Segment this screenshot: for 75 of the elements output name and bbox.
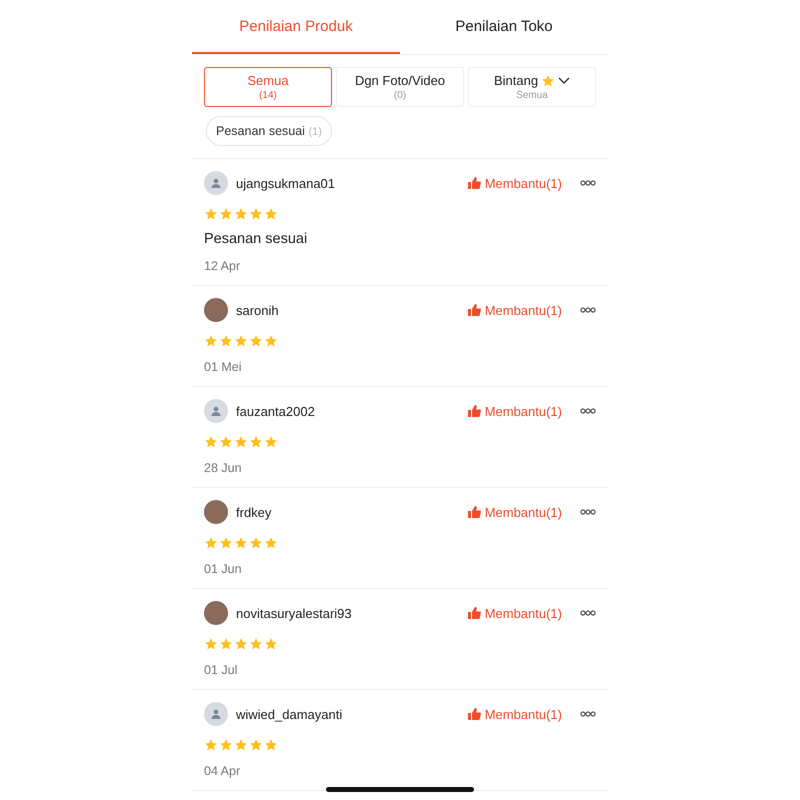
star-icon [219, 334, 233, 348]
thumbs-up-icon [468, 607, 481, 619]
more-icon[interactable] [580, 408, 596, 414]
star-icon [264, 435, 278, 449]
star-icon [264, 536, 278, 550]
more-icon[interactable] [580, 509, 596, 515]
star-icon [249, 637, 263, 651]
review-date: 12 Apr [204, 259, 242, 275]
star-icon [204, 435, 218, 449]
review-date: 28 Jun [204, 461, 243, 477]
tab[interactable]: Penilaian Toko [400, 0, 608, 54]
filter-count: (14) [259, 90, 277, 101]
filter-count: (0) [394, 90, 406, 101]
review-text: Pesanan sesuai [204, 231, 308, 247]
star-icon [249, 207, 263, 221]
review-date: 01 Mei [204, 360, 243, 376]
thumbs-up-icon [468, 708, 481, 720]
star-icon [219, 435, 233, 449]
star-icon [219, 738, 233, 752]
star-icon [219, 207, 233, 221]
thumbs-up-icon [468, 177, 481, 189]
username: saronih [236, 302, 280, 318]
star-icon [234, 435, 248, 449]
star-icon [234, 334, 248, 348]
more-icon[interactable] [580, 307, 596, 313]
username: novitasuryalestari93 [236, 606, 353, 620]
username: fauzanta2002 [236, 404, 316, 418]
star-icon [219, 536, 233, 550]
more-icon[interactable] [580, 610, 596, 616]
star-icon [264, 334, 278, 348]
star-icon [204, 637, 218, 651]
star-icon [204, 738, 218, 752]
star-icon [234, 536, 248, 550]
username: wiwied_damayanti [236, 706, 344, 722]
star-icon [249, 536, 263, 550]
helpful-button[interactable]: Membantu(1) [468, 404, 562, 418]
star-icon [264, 738, 278, 752]
star-icon [204, 334, 218, 348]
review-date: 01 Jul [204, 663, 238, 679]
filter-label: Semua [247, 73, 289, 88]
filter-count: Semua [516, 90, 548, 101]
star-icon [264, 207, 278, 221]
star-icon [234, 207, 248, 221]
star-icon [264, 637, 278, 651]
star-icon [204, 207, 218, 221]
helpful-button[interactable]: Membantu(1) [468, 606, 562, 620]
filter-label: Bintang [494, 73, 570, 88]
filter-button[interactable]: Dgn Foto/Video (0) [336, 67, 464, 107]
review-date: 04 Apr [204, 764, 242, 780]
thumbs-up-icon [468, 506, 481, 518]
star-icon [541, 74, 556, 88]
tab[interactable]: Penilaian Produk [192, 0, 400, 54]
username: ujangsukmana01 [236, 176, 336, 190]
star-icon [204, 536, 218, 550]
username: frdkey [236, 504, 272, 520]
more-icon[interactable] [580, 711, 596, 717]
star-icon [234, 637, 248, 651]
review-date: 01 Jun [204, 562, 243, 578]
thumbs-up-icon [468, 405, 481, 417]
helpful-button[interactable]: Membantu(1) [468, 706, 562, 722]
chevron-down-icon [558, 76, 570, 84]
filter-label: Dgn Foto/Video [354, 73, 446, 88]
star-icon [234, 738, 248, 752]
filter-button[interactable]: Bintang Semua [468, 67, 596, 107]
star-icon [219, 637, 233, 651]
more-icon[interactable] [580, 180, 596, 186]
keyword-chip[interactable]: Pesanan sesuai (1) [206, 116, 332, 146]
helpful-button[interactable]: Membantu(1) [468, 176, 562, 190]
filter-button[interactable]: Semua (14) [204, 67, 332, 107]
star-icon [249, 334, 263, 348]
thumbs-up-icon [468, 304, 481, 316]
helpful-button[interactable]: Membantu(1) [468, 504, 562, 520]
star-icon [249, 738, 263, 752]
star-icon [249, 435, 263, 449]
helpful-button[interactable]: Membantu(1) [468, 302, 562, 318]
